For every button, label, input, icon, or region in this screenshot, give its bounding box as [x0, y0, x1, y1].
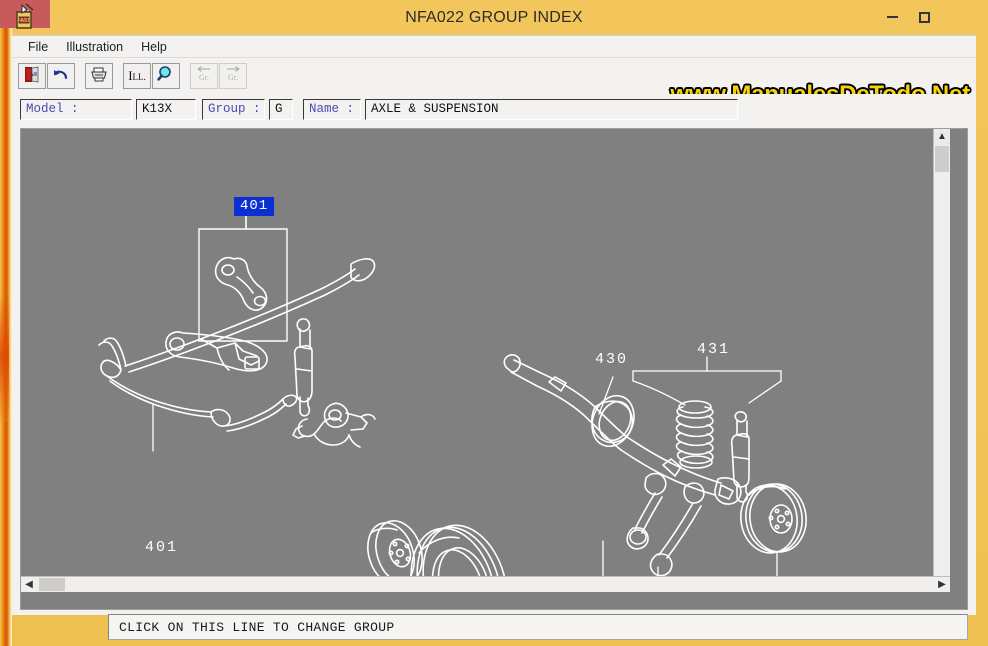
menu-illustration[interactable]: Illustration: [57, 38, 132, 56]
chevron-right-icon: ▶: [938, 580, 946, 590]
status-line[interactable]: CLICK ON THIS LINE TO CHANGE GROUP: [108, 614, 968, 640]
illustration-button[interactable]: ILL.: [123, 63, 151, 89]
model-value[interactable]: K13X: [136, 99, 196, 120]
name-label: Name :: [303, 99, 361, 120]
group-value[interactable]: G: [269, 99, 293, 120]
previous-group-icon: Gr.: [194, 64, 214, 89]
title-bar: FAST NFA022 GROUP INDEX ×: [0, 0, 988, 35]
menu-file[interactable]: File: [19, 38, 57, 56]
next-group-button[interactable]: Gr.: [219, 63, 247, 89]
application-window: FAST NFA022 GROUP INDEX × File Illustrat…: [0, 0, 988, 646]
toolbar: ILL. Gr.: [12, 58, 976, 94]
minimize-button[interactable]: [876, 4, 908, 30]
vertical-scroll-thumb[interactable]: [935, 146, 949, 172]
client-area: File Illustration Help: [12, 35, 976, 615]
part-label-431-upper[interactable]: 431: [697, 341, 730, 358]
undo-icon: [51, 64, 71, 89]
axle-suspension-diagram[interactable]: [21, 129, 950, 592]
horizontal-scrollbar[interactable]: ◀ ▶: [21, 576, 950, 592]
menu-help[interactable]: Help: [132, 38, 176, 56]
illustration-canvas[interactable]: 401 400 400 430 431 431 430 401 ▲: [20, 128, 968, 610]
undo-button[interactable]: [47, 63, 75, 89]
field-bar: Model : K13X Group : G Name : AXLE & SUS…: [12, 94, 976, 124]
illustration-icon: ILL.: [128, 68, 146, 84]
maximize-icon: [919, 12, 930, 23]
group-label: Group :: [202, 99, 265, 120]
left-stripe-glow: [0, 292, 9, 422]
horizontal-scroll-thumb[interactable]: [39, 578, 65, 591]
minimize-icon: [887, 16, 898, 18]
zoom-search-icon: [156, 64, 176, 89]
part-label-430-beam[interactable]: 430: [595, 351, 628, 368]
chevron-up-icon: ▲: [937, 132, 947, 142]
maximize-button[interactable]: [908, 4, 940, 30]
print-button[interactable]: [85, 63, 113, 89]
svg-text:Gr.: Gr.: [199, 73, 209, 82]
print-icon: [89, 64, 109, 89]
vertical-scrollbar[interactable]: ▲: [933, 129, 950, 592]
previous-group-button[interactable]: Gr.: [190, 63, 218, 89]
chevron-left-icon: ◀: [25, 580, 33, 590]
part-label-401-lower[interactable]: 401: [145, 539, 178, 556]
name-value[interactable]: AXLE & SUSPENSION: [365, 99, 738, 120]
scroll-up-button[interactable]: ▲: [934, 129, 950, 145]
illustration-viewport[interactable]: 401 400 400 430 431 431 430 401 ▲: [21, 129, 950, 592]
scroll-left-button[interactable]: ◀: [21, 577, 37, 592]
menu-bar: File Illustration Help: [12, 36, 976, 58]
part-label-401-selected[interactable]: 401: [234, 197, 274, 216]
catalog-exit-icon: [22, 64, 42, 89]
scroll-right-button[interactable]: ▶: [934, 577, 950, 592]
zoom-search-button[interactable]: [152, 63, 180, 89]
next-group-icon: Gr.: [223, 64, 243, 89]
catalog-exit-button[interactable]: [18, 63, 46, 89]
model-label: Model :: [20, 99, 132, 120]
window-title: NFA022 GROUP INDEX: [0, 9, 988, 27]
svg-text:Gr.: Gr.: [228, 73, 238, 82]
